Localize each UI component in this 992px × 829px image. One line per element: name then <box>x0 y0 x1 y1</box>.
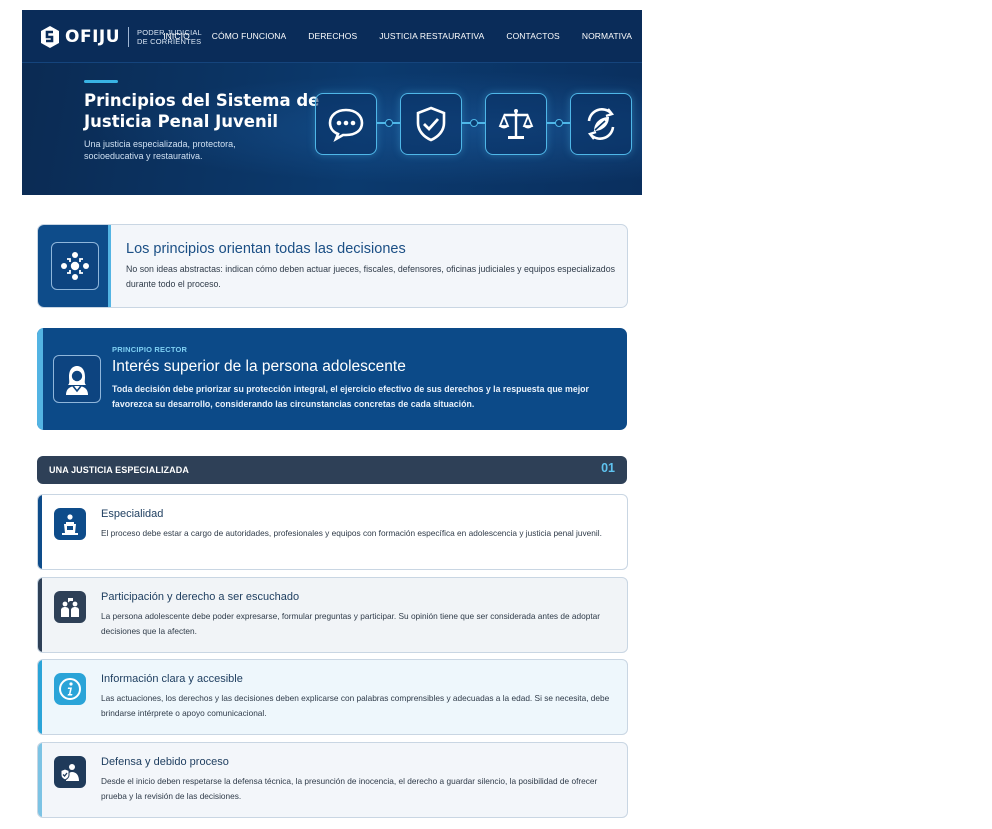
chat-bubble-icon <box>315 93 377 155</box>
card-title: Participación y derecho a ser escuchado <box>101 591 300 603</box>
principle-card-defensa: Defensa y debido proceso Desde el inicio… <box>37 742 628 818</box>
card-text: La persona adolescente debe poder expres… <box>101 611 601 636</box>
top-navbar: OFIJU PODER JUDICIAL DE CORRIENTES INICI… <box>22 10 642 63</box>
hero-connector-dot <box>385 119 393 127</box>
nav-normativa[interactable]: NORMATIVA <box>582 31 632 41</box>
scales-icon <box>485 93 547 155</box>
intro-side-panel <box>38 225 111 307</box>
info-icon <box>54 673 86 705</box>
network-people-icon <box>51 242 99 290</box>
hero-banner: OFIJU PODER JUDICIAL DE CORRIENTES INICI… <box>22 10 642 195</box>
intro-card: Los principios orientan todas las decisi… <box>37 224 628 308</box>
card-title: Defensa y debido proceso <box>101 756 229 768</box>
section-title: UNA JUSTICIA ESPECIALIZADA <box>49 465 189 475</box>
intro-title: Los principios orientan todas las decisi… <box>126 241 406 257</box>
hero-subtitle: Una justicia especializada, protectora, … <box>84 139 236 161</box>
card-accent-bar <box>38 495 42 569</box>
nav-contactos[interactable]: CONTACTOS <box>506 31 559 41</box>
intro-text: No son ideas abstractas: indican cómo de… <box>126 264 615 289</box>
section-number: 01 <box>601 461 615 475</box>
hero-title: Principios del Sistema de Justicia Penal… <box>84 91 320 131</box>
recycle-leaf-icon <box>570 93 632 155</box>
card-title: Especialidad <box>101 508 164 520</box>
principle-card-especialidad: Especialidad El proceso debe estar a car… <box>37 494 628 570</box>
section-header: UNA JUSTICIA ESPECIALIZADA 01 <box>37 456 627 484</box>
nav-como-funciona[interactable]: CÓMO FUNCIONA <box>212 31 287 41</box>
nav-inicio[interactable]: INICIO <box>163 31 190 41</box>
principle-card-participacion: Participación y derecho a ser escuchado … <box>37 577 628 653</box>
card-text: Desde el inicio deben respetarse la defe… <box>101 776 598 801</box>
people-speaking-icon <box>54 591 86 623</box>
card-text: El proceso debe estar a cargo de autorid… <box>101 528 602 538</box>
card-accent-bar <box>38 578 42 652</box>
shield-check-icon <box>400 93 462 155</box>
defense-shield-person-icon <box>54 756 86 788</box>
card-title: Información clara y accesible <box>101 673 243 685</box>
principle-card-informacion: Información clara y accesible Las actuac… <box>37 659 628 735</box>
nav-derechos[interactable]: DERECHOS <box>308 31 357 41</box>
adolescent-person-icon <box>53 355 101 403</box>
hero-accent-rule <box>84 80 118 83</box>
rector-text: Toda decisión debe priorizar su protecci… <box>112 384 589 409</box>
hero-connector-dot <box>555 119 563 127</box>
logo-name: OFIJU <box>65 27 121 47</box>
rector-kicker: PRINCIPIO RECTOR <box>112 345 188 354</box>
card-text: Las actuaciones, los derechos y las deci… <box>101 693 610 718</box>
ofiju-logo-icon <box>41 26 59 48</box>
main-nav: INICIO CÓMO FUNCIONA DERECHOS JUSTICIA R… <box>141 10 632 62</box>
hero-connector-dot <box>470 119 478 127</box>
logo-divider <box>128 27 130 47</box>
nav-justicia-restaurativa[interactable]: JUSTICIA RESTAURATIVA <box>379 31 484 41</box>
authority-podium-icon <box>54 508 86 540</box>
principio-rector-card: PRINCIPIO RECTOR Interés superior de la … <box>37 328 627 430</box>
card-accent-bar <box>38 660 42 734</box>
rector-accent-bar <box>37 328 43 430</box>
card-accent-bar <box>38 743 42 817</box>
rector-title: Interés superior de la persona adolescen… <box>112 358 406 375</box>
